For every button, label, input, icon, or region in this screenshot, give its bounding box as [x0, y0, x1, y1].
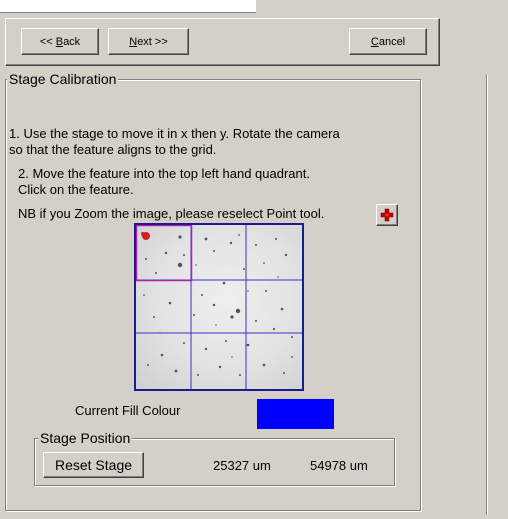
- point-tool-button[interactable]: [376, 204, 398, 226]
- right-divider: [486, 75, 487, 515]
- cancel-button-label: Cancel: [370, 35, 406, 48]
- instruction-2-line-1: 2. Move the feature into the top left ha…: [18, 166, 310, 181]
- next-button-label: Next >>: [129, 35, 168, 48]
- stage-calibration-title: Stage Calibration: [7, 71, 119, 87]
- cancel-button[interactable]: Cancel: [349, 28, 427, 55]
- instruction-1-line-1: 1. Use the stage to move it in x then y.…: [9, 126, 340, 141]
- reset-stage-button[interactable]: Reset Stage: [43, 452, 144, 478]
- stage-position-title: Stage Position: [38, 430, 133, 446]
- top-strip: [0, 0, 256, 13]
- stage-x-position: 25327 um: [213, 458, 271, 473]
- calibration-image[interactable]: [134, 223, 304, 391]
- zoom-note: NB if you Zoom the image, please reselec…: [18, 206, 325, 221]
- stage-y-position: 54978 um: [310, 458, 368, 473]
- fill-colour-label: Current Fill Colour: [75, 403, 181, 418]
- calibration-grid: [136, 225, 302, 389]
- instruction-1-line-2: so that the feature aligns to the grid.: [9, 142, 217, 157]
- specimen-particles: [143, 234, 293, 376]
- back-button-label: << Back: [39, 35, 81, 48]
- reset-stage-label: Reset Stage: [54, 457, 133, 473]
- red-cross-point-icon: [380, 208, 394, 222]
- next-button[interactable]: Next >>: [108, 28, 189, 55]
- fill-colour-swatch[interactable]: [257, 399, 334, 429]
- microscope-image-view: [136, 225, 302, 389]
- instruction-2-line-2: Click on the feature.: [18, 182, 134, 197]
- back-button[interactable]: << Back: [21, 28, 99, 55]
